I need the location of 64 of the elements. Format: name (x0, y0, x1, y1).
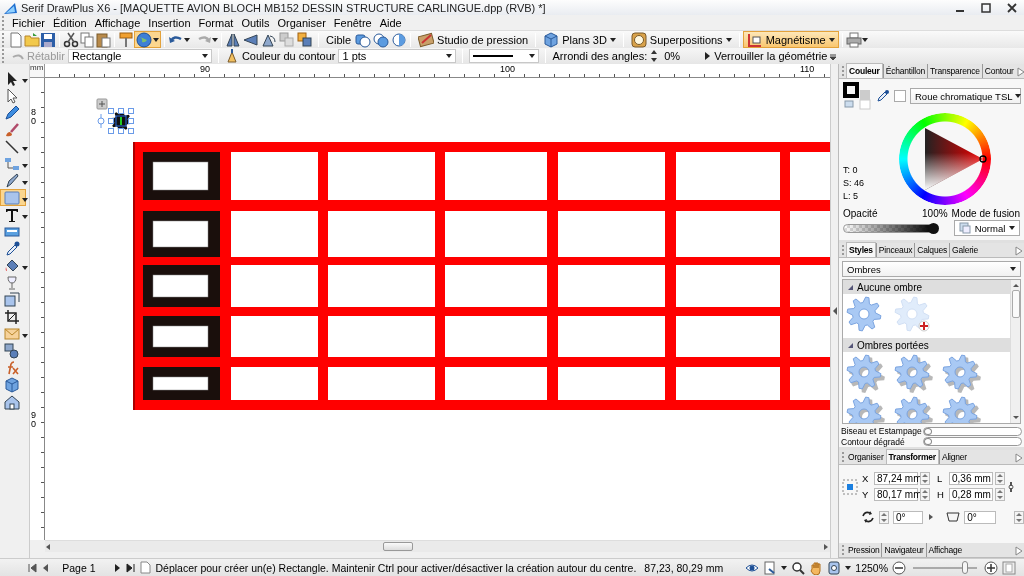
panel-tab[interactable]: Pinceaux (875, 243, 915, 257)
slider-label: Biseau et Estampage (841, 426, 921, 437)
panel-tab[interactable]: Contour (981, 64, 1016, 78)
menu-item[interactable]: Insertion (144, 16, 195, 29)
menu-item[interactable]: Outils (237, 16, 274, 29)
ruler-unit: mm (30, 64, 45, 78)
color-readout: L: 5 (843, 191, 859, 201)
toolbar-button[interactable]: Superpositions (626, 31, 736, 48)
panel-tab[interactable]: Affichage (925, 543, 965, 557)
ruler-label: 110 (800, 64, 815, 74)
toolbar-button[interactable]: Plans 3D (539, 31, 620, 48)
corner-radius-label: Arrondi des angles: (552, 50, 648, 62)
menu-item[interactable]: Fichier (8, 16, 49, 29)
menu-item[interactable]: Aide (375, 16, 406, 29)
toolbar-button[interactable]: Magnétisme (742, 31, 839, 48)
window-title: Serif DrawPlus X6 - [MAQUETTE AVION BLOCH MB152 DESSIN STRUCTURE CARLINGUE.dpp (RVB) *] (21, 1, 546, 14)
color-readout: T: 0 (843, 165, 859, 175)
panel-tab[interactable]: Organiser (846, 450, 886, 464)
field-label: X (862, 473, 870, 484)
menu-item[interactable]: Fenêtre (329, 16, 376, 29)
field-label: L (937, 473, 944, 484)
value-field[interactable]: 0,28 mm (949, 488, 993, 501)
style-category-dropdown[interactable]: Ombres (842, 261, 1021, 277)
field-label: H (937, 489, 945, 500)
field-label: Y (862, 489, 870, 500)
style-group-header[interactable]: Ombres portées (843, 338, 1010, 352)
toolbar-button[interactable]: Cible (322, 31, 356, 48)
outline-width-dropdown[interactable]: 1 pts (338, 49, 457, 63)
ruler-label: 90 (200, 64, 210, 74)
lock-geometry-button[interactable]: Verrouiller la géométrie (714, 50, 828, 62)
color-model-dropdown[interactable]: Roue chromatique TSL (910, 88, 1021, 104)
panel-tab[interactable]: Pression (846, 543, 882, 557)
opacity-label: Opacité (843, 208, 878, 219)
panel-tab[interactable]: Transparence (927, 64, 982, 78)
corner-radius-field[interactable]: 0% (661, 49, 702, 63)
panel-tab[interactable]: Échantillon (882, 64, 928, 78)
menu-item[interactable]: Organiser (273, 16, 330, 29)
panel-tab[interactable]: Couleur (846, 63, 883, 78)
panel-tab[interactable]: Transformer (885, 449, 939, 464)
status-message: Déplacer pour créer un(e) Rectangle. Maintenir Ctrl pour activer/désactiver la création autour du centre. (155, 561, 637, 574)
panel-tab[interactable]: Galerie (949, 243, 981, 257)
shear-field[interactable]: 0° (964, 510, 996, 524)
menu-item[interactable]: Édition (49, 16, 91, 29)
shape-dropdown[interactable]: Rectangle (67, 49, 212, 63)
color-readout: S: 46 (843, 178, 865, 188)
panel-tab[interactable]: Aligner (938, 450, 969, 464)
value-field[interactable]: 0,36 mm (949, 472, 993, 485)
opacity-value: 100% (922, 208, 948, 219)
menu-item[interactable]: Format (194, 16, 238, 29)
blend-mode-label: Mode de fusion (951, 208, 1020, 219)
toolbar-button[interactable]: Studio de pression (414, 31, 533, 48)
zoom-value[interactable]: 1250% (855, 561, 888, 574)
ruler-label: 100 (500, 64, 516, 74)
panel-tab[interactable]: Styles (846, 242, 876, 257)
slider-label: Contour dégradé (841, 436, 906, 447)
outline-color-label: Couleur du contour (241, 50, 336, 62)
page-label[interactable]: Page 1 (62, 561, 96, 574)
menu-item[interactable]: Affichage (90, 16, 145, 29)
cursor-coordinates: 87,23, 80,29 mm (644, 561, 724, 574)
rotation-field[interactable]: 0° (893, 510, 923, 524)
panel-tab[interactable]: Navigateur (881, 543, 926, 557)
panel-tab[interactable]: Calques (914, 243, 949, 257)
style-group-header[interactable]: Aucune ombre (843, 280, 1010, 294)
blend-mode-dropdown[interactable]: Normal (954, 220, 1020, 236)
